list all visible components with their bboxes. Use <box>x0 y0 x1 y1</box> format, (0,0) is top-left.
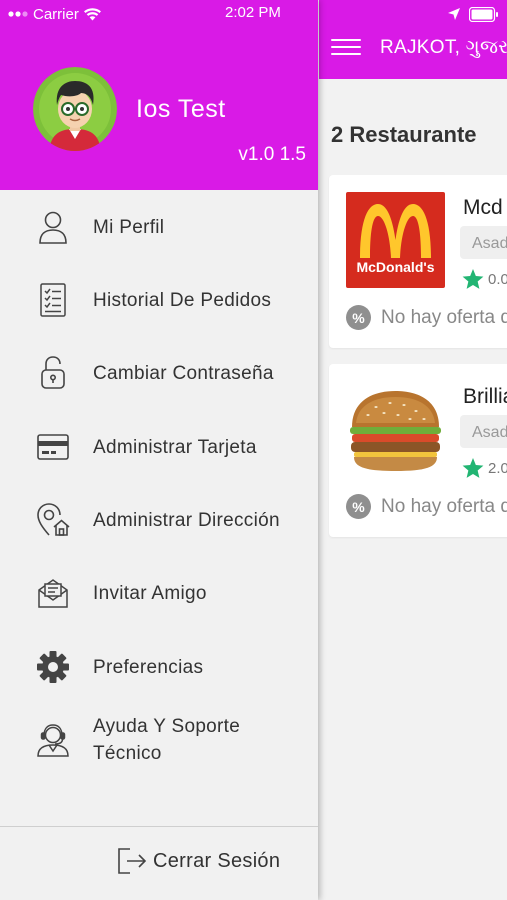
menu-label: Mi Perfil <box>93 216 165 238</box>
status-bar-right <box>447 4 499 24</box>
menu-label: Invitar Amigo <box>93 582 207 604</box>
offer-text: No hay oferta d <box>381 306 507 328</box>
menu-item-help-support[interactable]: Ayuda Y Soporte Técnico <box>0 710 318 770</box>
location-arrow-icon <box>448 8 460 20</box>
discount-icon: % <box>346 494 371 519</box>
menu-label: Preferencias <box>93 656 204 678</box>
avatar[interactable] <box>33 67 117 151</box>
star-icon <box>462 458 484 478</box>
mcdonalds-logo: McDonald's <box>346 192 445 288</box>
rating: 2.0 <box>462 458 507 479</box>
discount-icon: % <box>346 305 371 330</box>
address-pin-icon <box>36 503 70 537</box>
restaurant-card[interactable]: Brillia Asad 2.0 % No hay oferta d <box>329 364 507 537</box>
logout-icon <box>118 848 147 874</box>
restaurant-name: Brillia <box>463 385 507 408</box>
menu-item-order-history[interactable]: Historial De Pedidos <box>0 270 318 330</box>
main-screen: RAJKOT, ગુજરા 2 Restaurante McDonald's M… <box>319 0 507 900</box>
menu-label: Ayuda Y Soporte Técnico <box>93 716 241 764</box>
app-version: v1.0 1.5 <box>238 144 306 165</box>
lock-icon <box>36 356 70 390</box>
offer-row: % No hay oferta d <box>346 494 507 519</box>
main-header: RAJKOT, ગુજરા <box>319 0 507 79</box>
menu-label: Administrar Tarjeta <box>93 436 257 458</box>
gear-icon <box>36 650 70 684</box>
menu-item-invite-friend[interactable]: Invitar Amigo <box>0 563 318 623</box>
wifi-icon <box>83 7 101 20</box>
logout-button[interactable]: Cerrar Sesión <box>117 848 280 874</box>
menu-label: Cambiar Contraseña <box>93 362 274 384</box>
restaurant-card[interactable]: McDonald's Mcd Asad 0.0 % No hay oferta … <box>329 175 507 348</box>
offer-text: No hay oferta d <box>381 495 507 517</box>
offer-row: % No hay oferta d <box>346 305 507 330</box>
burger-image <box>346 381 445 477</box>
menu-item-profile[interactable]: Mi Perfil <box>0 197 318 257</box>
restaurant-name: Mcd <box>463 196 503 219</box>
signal-icon <box>8 11 28 17</box>
status-bar-left: Carrier <box>8 4 101 24</box>
menu-toggle-button[interactable] <box>331 39 361 57</box>
user-name: Ios Test <box>136 95 226 123</box>
city-selector[interactable]: RAJKOT, ગુજરા <box>380 37 507 59</box>
svg-text:McDonald's: McDonald's <box>356 259 434 275</box>
cuisine-tag: Asad <box>460 226 507 259</box>
support-agent-icon <box>36 723 70 757</box>
side-drawer: Carrier 2:02 PM Ios Test v1.0 1.5 Mi Per… <box>0 0 318 900</box>
menu-item-change-password[interactable]: Cambiar Contraseña <box>0 343 318 403</box>
order-history-icon <box>36 283 70 317</box>
carrier-name: Carrier <box>33 5 79 23</box>
rating: 0.0 <box>462 269 507 290</box>
menu-item-manage-card[interactable]: Administrar Tarjeta <box>0 417 318 477</box>
logout-label: Cerrar Sesión <box>153 849 281 872</box>
battery-icon <box>469 6 498 22</box>
restaurant-count: 2 Restaurante <box>331 122 477 147</box>
menu-label: Administrar Dirección <box>93 509 280 531</box>
divider <box>0 826 318 827</box>
invite-envelope-icon <box>36 576 70 610</box>
status-time: 2:02 PM <box>225 4 281 21</box>
user-icon <box>36 210 70 244</box>
menu-item-preferences[interactable]: Preferencias <box>0 637 318 697</box>
menu-label: Historial De Pedidos <box>93 289 272 311</box>
drawer-header: Carrier 2:02 PM Ios Test v1.0 1.5 <box>0 0 318 190</box>
credit-card-icon <box>36 430 70 464</box>
star-icon <box>462 269 484 289</box>
menu-item-manage-address[interactable]: Administrar Dirección <box>0 490 318 550</box>
cuisine-tag: Asad <box>460 415 507 448</box>
rating-value: 0.0 <box>488 271 507 288</box>
rating-value: 2.0 <box>488 460 507 477</box>
